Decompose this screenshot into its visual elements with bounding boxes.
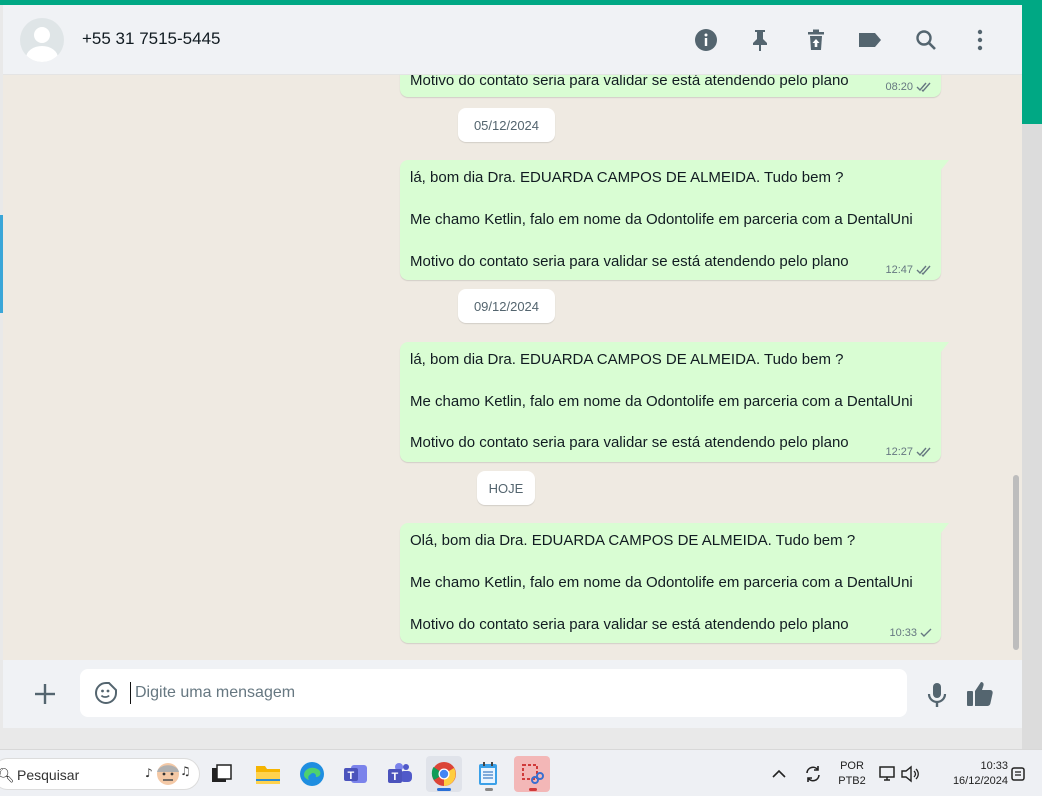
avatar[interactable] [20, 18, 64, 62]
delete-icon[interactable] [801, 25, 831, 55]
svg-text:♫: ♫ [180, 764, 191, 778]
message-line: Motivo do contato seria para validar se … [410, 616, 849, 633]
message-list[interactable]: Motivo do contato seria para validar se … [3, 75, 1022, 660]
chat-scrollbar[interactable] [1013, 475, 1019, 650]
message-line: Me chamo Ketlin, falo em nome da Odontol… [410, 393, 913, 410]
composer-bar [3, 660, 1022, 728]
message-meta: 10:33 [889, 627, 933, 639]
clock-date: 16/12/2024 [952, 775, 1008, 787]
clock-time: 10:33 [980, 760, 1008, 772]
edge-browser-icon[interactable] [294, 756, 330, 792]
message-time: 12:27 [885, 446, 913, 458]
message-input-box[interactable] [80, 669, 907, 717]
chat-header: +55 31 7515-5445 [3, 5, 1022, 75]
more-icon[interactable] [965, 25, 995, 55]
message-time: 12:47 [885, 264, 913, 276]
message-line: Me chamo Ketlin, falo em nome da Odontol… [410, 574, 913, 591]
microphone-icon[interactable] [925, 681, 949, 709]
message-input[interactable] [135, 678, 835, 708]
side-accent-strip [1022, 0, 1042, 124]
text-caret [130, 682, 131, 704]
message-bubble[interactable]: lá, bom dia Dra. EDUARDA CAMPOS DE ALMEI… [400, 160, 949, 280]
label-icon[interactable] [855, 25, 885, 55]
message-line: Olá, bom dia Dra. EDUARDA CAMPOS DE ALME… [410, 532, 856, 549]
message-meta: 12:47 [885, 264, 933, 276]
snipping-tool-icon[interactable] [514, 756, 550, 792]
file-explorer-icon[interactable] [250, 756, 286, 792]
search-highlight-icon: ♪ ♫ [145, 763, 191, 785]
language-code: POR [840, 760, 864, 772]
volume-icon[interactable] [898, 756, 922, 792]
bubble-tail [941, 523, 949, 533]
notepad-icon[interactable] [470, 756, 506, 792]
single-check-icon [920, 628, 932, 637]
active-app-indicator [437, 788, 451, 791]
keyboard-layout: PTB2 [838, 775, 866, 787]
open-app-indicator [485, 788, 493, 791]
message-line: Me chamo Ketlin, falo em nome da Odontol… [410, 211, 913, 228]
chrome-icon[interactable] [426, 756, 462, 792]
double-check-icon [916, 82, 931, 92]
svg-text:T: T [348, 770, 355, 782]
open-app-indicator [529, 788, 537, 791]
message-bubble[interactable]: Motivo do contato seria para validar se … [400, 75, 941, 97]
date-separator: HOJE [477, 471, 535, 505]
teams-icon[interactable]: T [382, 756, 418, 792]
message-bubble[interactable]: Olá, bom dia Dra. EDUARDA CAMPOS DE ALME… [400, 523, 949, 643]
task-view-icon[interactable] [204, 756, 240, 792]
sync-icon[interactable] [798, 756, 828, 792]
clock[interactable]: 10:33 16/12/2024 [932, 759, 1008, 789]
message-bubble[interactable]: lá, bom dia Dra. EDUARDA CAMPOS DE ALMEI… [400, 342, 949, 462]
message-line: Motivo do contato seria para validar se … [410, 434, 849, 451]
search-glass-icon: 🔍︎ [0, 767, 15, 783]
message-meta: 08:20 [885, 81, 933, 93]
svg-text:T: T [392, 771, 399, 783]
message-line: lá, bom dia Dra. EDUARDA CAMPOS DE ALMEI… [410, 169, 844, 186]
svg-text:♪: ♪ [145, 766, 153, 780]
double-check-icon [916, 265, 931, 275]
taskbar-search-label: Pesquisar [17, 767, 80, 783]
sticker-icon[interactable] [94, 681, 118, 705]
side-gray-strip [1022, 124, 1042, 749]
input-language[interactable]: POR PTB2 [834, 759, 870, 789]
message-line: Motivo do contato seria para validar se … [410, 253, 849, 270]
date-separator: 05/12/2024 [458, 108, 555, 142]
os-taskbar: 🔍︎ Pesquisar ♪ ♫ T T POR PTB2 10:33 16/1… [0, 749, 1042, 796]
whatsapp-chat-window: +55 31 7515-5445 Motivo do contato seria… [3, 5, 1022, 728]
message-line: Motivo do contato seria para validar se … [410, 75, 849, 89]
show-hidden-icons-chevron-icon[interactable] [764, 756, 794, 792]
notification-icon[interactable] [1008, 756, 1028, 792]
message-time: 08:20 [885, 81, 913, 93]
pin-icon[interactable] [745, 25, 775, 55]
network-monitor-icon[interactable] [876, 756, 900, 792]
search-icon[interactable] [911, 25, 941, 55]
bubble-tail [941, 160, 949, 170]
message-time: 10:33 [889, 627, 917, 639]
avatar-head-shape [34, 27, 50, 43]
date-separator: 09/12/2024 [458, 289, 555, 323]
message-meta: 12:27 [885, 446, 933, 458]
teams-classic-icon[interactable]: T [338, 756, 374, 792]
bubble-tail [941, 342, 949, 352]
taskbar-search[interactable]: 🔍︎ Pesquisar ♪ ♫ [0, 758, 200, 790]
thumbs-up-icon[interactable] [965, 680, 995, 708]
attach-plus-icon[interactable] [31, 680, 59, 708]
double-check-icon [916, 447, 931, 457]
avatar-body-shape [26, 46, 58, 62]
message-line: lá, bom dia Dra. EDUARDA CAMPOS DE ALMEI… [410, 351, 844, 368]
contact-name[interactable]: +55 31 7515-5445 [82, 29, 221, 49]
info-icon[interactable] [691, 25, 721, 55]
